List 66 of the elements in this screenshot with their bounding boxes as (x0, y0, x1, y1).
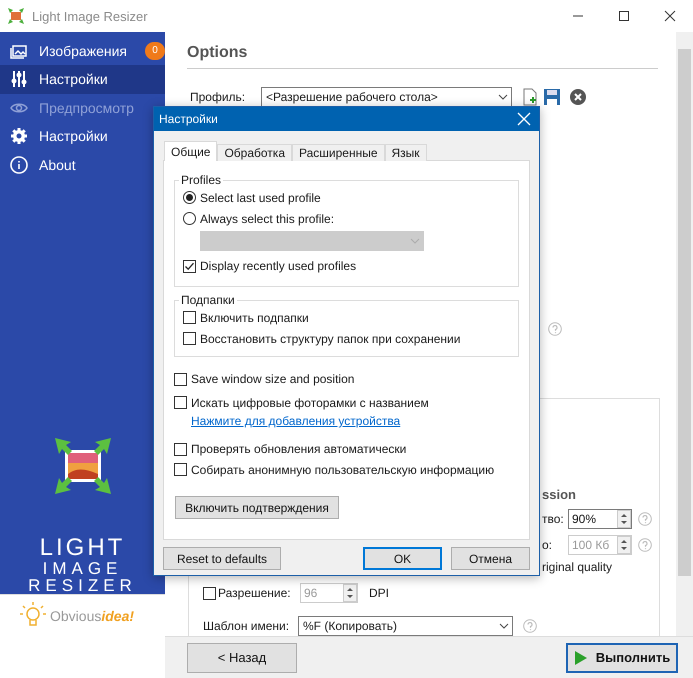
checkbox-label: Display recently used profiles (200, 259, 356, 273)
sidebar-item[interactable]: Изображения 0 (0, 36, 169, 66)
radio-label: Always select this profile: (200, 212, 334, 226)
logo-text: IMAGE (42, 560, 122, 577)
resolution-label: Разрешение: (218, 586, 292, 600)
window-title: Light Image Resizer (32, 8, 149, 24)
tab[interactable]: Расширенные (292, 144, 385, 161)
logo-text: LIGHT (40, 536, 126, 560)
radio-label: Select last used profile (200, 190, 321, 204)
checkbox[interactable] (183, 311, 196, 324)
dialog-button[interactable]: OK (363, 547, 442, 570)
group-title: Подпапки (180, 293, 236, 307)
section-title: ssion (542, 487, 577, 502)
tab[interactable]: Общие (164, 141, 218, 161)
app-logo-icon (52, 436, 112, 496)
sliders-icon (9, 69, 29, 90)
checkbox[interactable] (183, 332, 196, 345)
spin-arrows-icon[interactable] (617, 510, 631, 528)
checkbox[interactable] (174, 443, 187, 456)
checkbox[interactable] (183, 260, 196, 272)
delete-icon[interactable] (569, 88, 587, 106)
quality-note: riginal quality (542, 560, 614, 574)
run-button[interactable]: Выполнить (566, 642, 678, 672)
gear-icon (9, 126, 29, 146)
save-icon[interactable] (543, 88, 561, 106)
radio-button[interactable] (183, 191, 196, 204)
checkbox-label: Save window size and position (191, 372, 354, 386)
quality-label: тво: (542, 512, 565, 526)
brand-logo: Obviousidea! (50, 608, 134, 624)
tab[interactable]: Обработка (217, 144, 292, 161)
checkbox-label: Проверять обновления автоматически (191, 442, 406, 456)
sidebar-item[interactable]: Настройки (0, 65, 165, 94)
radio-button[interactable] (183, 212, 196, 225)
group-title: Profiles (180, 173, 222, 187)
new-file-icon[interactable] (522, 88, 538, 106)
play-icon (574, 650, 588, 666)
size-label: о: (542, 538, 554, 552)
sidebar-item[interactable]: About (0, 150, 80, 179)
page-heading: Options (187, 32, 658, 69)
checkbox-label: Включить подпапки (200, 310, 309, 324)
checkbox[interactable] (174, 396, 187, 409)
back-button[interactable]: < Назад (187, 642, 297, 672)
quality-field[interactable]: 90% (568, 509, 632, 529)
app-logo-icon (8, 8, 24, 24)
logo-text: RESIZER (28, 577, 137, 594)
dialog-button[interactable]: Отмена (451, 547, 530, 570)
name-template-select[interactable]: %F (Копировать) (298, 616, 513, 636)
profile-label: Профиль: (190, 90, 246, 104)
info-icon (9, 154, 29, 175)
name-template-label: Шаблон имени: (203, 619, 290, 633)
checkbox-label: Восстановить структуру папок при сохранении (200, 332, 460, 346)
checkbox-label: Искать цифровые фоторамки с названием (191, 396, 429, 410)
checkbox[interactable] (174, 372, 187, 386)
dialog-button[interactable]: Reset to defaults (163, 547, 281, 570)
tab[interactable]: Язык (384, 144, 427, 161)
scrollbar[interactable] (676, 32, 693, 636)
add-device-link[interactable]: Нажмите для добавления устройства (191, 414, 400, 428)
sidebar-item[interactable]: Настройки (0, 122, 112, 151)
dialog-title: Настройки (159, 112, 218, 126)
count-badge: 0 (145, 42, 165, 60)
dpi-unit: DPI (369, 586, 390, 600)
checkbox[interactable] (174, 463, 187, 476)
close-icon[interactable] (517, 112, 531, 126)
profile-select[interactable]: <Разрешение рабочего стола> (261, 87, 512, 107)
confirmations-button[interactable]: Включить подтверждения (175, 496, 339, 519)
checkbox-label: Собирать анонимную пользовательскую информацию (191, 462, 494, 476)
